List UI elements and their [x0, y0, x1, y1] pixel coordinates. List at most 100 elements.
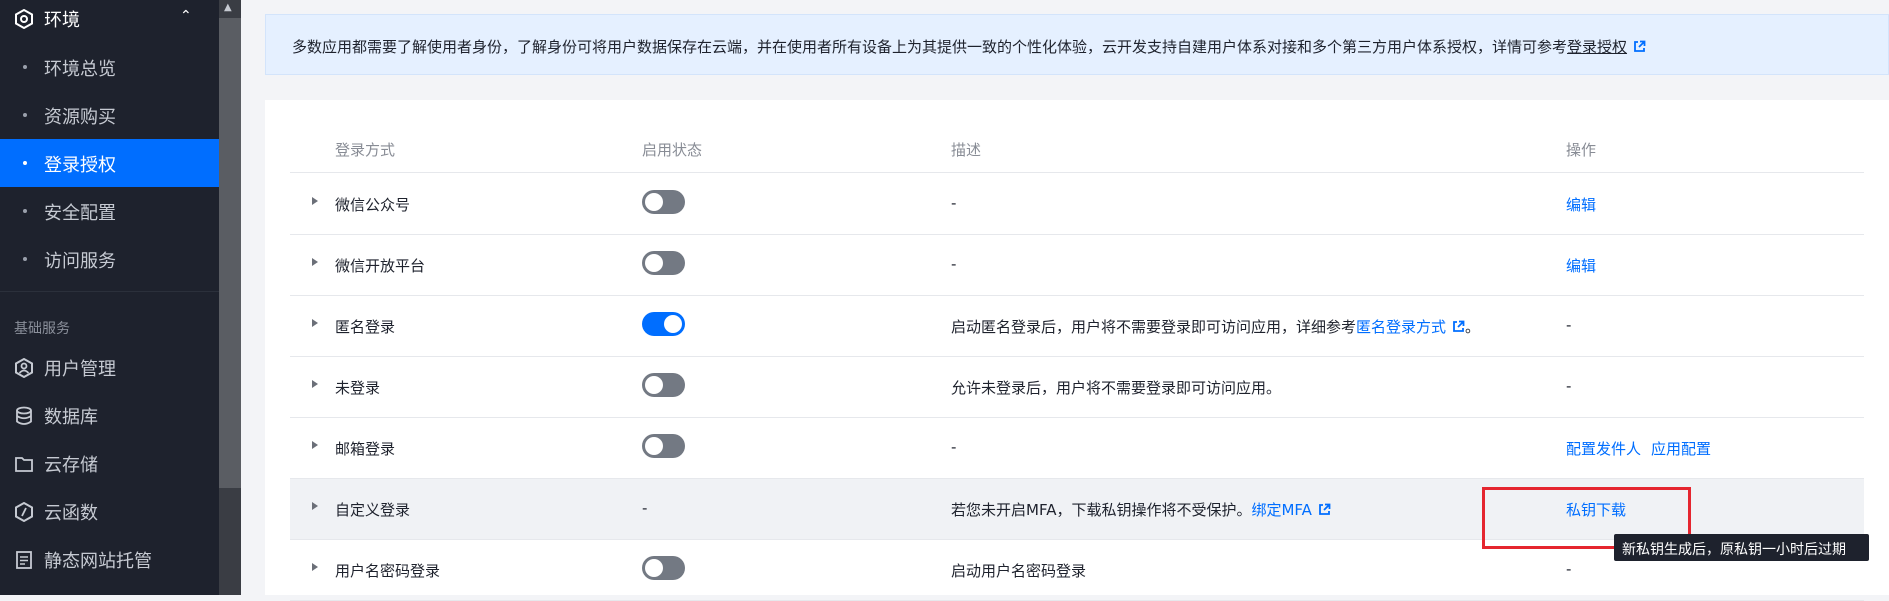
row-ops-text: - [1566, 316, 1572, 334]
row-description: 启动匿名登录后，用户将不需要登录即可访问应用，详细参考匿名登录方式 。 [951, 316, 1480, 337]
sidebar-item-static-hosting[interactable]: 静态网站托管 [0, 536, 219, 584]
sidebar-item-security-config[interactable]: 安全配置 [0, 187, 219, 235]
table-row: 匿名登录 启动匿名登录后，用户将不需要登录即可访问应用，详细参考匿名登录方式。 … [290, 296, 1864, 357]
row-description: - [951, 255, 957, 273]
toggle-switch[interactable] [642, 434, 685, 458]
status-toggle[interactable] [642, 190, 685, 218]
sidebar: 环境 ⌃ 环境总览 资源购买 登录授权 安全配置 访问服务 基础服务 用户管理 [0, 0, 219, 595]
row-description: - [951, 194, 957, 212]
login-method-name: 自定义登录 [335, 501, 411, 519]
notice-text: 多数应用都需要了解使用者身份，了解身份可将用户数据保存在云端，并在使用者所有设备… [292, 38, 1568, 56]
row-ops: 编辑 [1566, 255, 1596, 276]
config-sender-link[interactable]: 配置发件人 [1566, 440, 1641, 458]
expand-caret-icon[interactable] [312, 563, 318, 571]
sidebar-item-label: 访问服务 [44, 251, 116, 272]
login-method-name: 微信公众号 [335, 196, 411, 214]
row-description: 若您未开启MFA，下载私钥操作将不受保护。绑定MFA [951, 499, 1331, 520]
function-icon [15, 502, 33, 522]
external-link-icon[interactable] [1633, 40, 1646, 53]
desc-link[interactable]: 匿名登录方式 [1356, 318, 1446, 336]
sidebar-item-cloud-function[interactable]: 云函数 [0, 488, 219, 536]
row-ops: 配置发件人 应用配置 [1566, 438, 1711, 459]
expand-caret-icon[interactable] [312, 319, 318, 327]
sidebar-scrollbar-thumb[interactable] [219, 18, 241, 488]
status-toggle[interactable] [642, 312, 685, 340]
info-notice: 多数应用都需要了解使用者身份，了解身份可将用户数据保存在云端，并在使用者所有设备… [265, 14, 1889, 75]
sidebar-item-label: 安全配置 [44, 203, 116, 224]
external-link-icon[interactable] [1452, 320, 1465, 333]
app-config-link[interactable]: 应用配置 [1651, 440, 1711, 458]
row-description: 启动用户名密码登录 [951, 562, 1087, 580]
header-ops: 操作 [1566, 141, 1597, 159]
table-row: 未登录 允许未登录后，用户将不需要登录即可访问应用。 - [290, 357, 1864, 418]
table-row: 邮箱登录 - 配置发件人 应用配置 [290, 418, 1864, 479]
user-hex-icon [15, 358, 33, 378]
bullet-dot [23, 257, 27, 261]
status-toggle[interactable] [642, 434, 685, 462]
sidebar-item-user-management[interactable]: 用户管理 [0, 344, 219, 392]
toggle-switch[interactable] [642, 190, 685, 214]
env-menu-header[interactable]: 环境 ⌃ [0, 0, 219, 40]
row-description: 允许未登录后，用户将不需要登录即可访问应用。 [951, 379, 1282, 397]
tooltip-text: 新私钥生成后，原私钥一小时后过期 [1622, 542, 1846, 558]
expand-caret-icon[interactable] [312, 258, 318, 266]
toggle-knob [645, 254, 663, 272]
toggle-knob [645, 193, 663, 211]
folder-icon [15, 457, 33, 472]
status-toggle[interactable] [642, 251, 685, 279]
login-method-name: 微信开放平台 [335, 257, 426, 275]
desc-suffix: 。 [1465, 318, 1481, 336]
expand-caret-icon[interactable] [312, 441, 318, 449]
toggle-knob [645, 559, 663, 577]
sidebar-item-login-auth[interactable]: 登录授权 [0, 139, 219, 187]
sidebar-item-label: 云存储 [44, 455, 98, 476]
sidebar-item-resource-purchase[interactable]: 资源购买 [0, 91, 219, 139]
sidebar-item-label: 资源购买 [44, 107, 116, 128]
sidebar-item-cloud-storage[interactable]: 云存储 [0, 440, 219, 488]
sidebar-item-label: 登录授权 [44, 155, 116, 176]
expand-caret-icon[interactable] [312, 502, 318, 510]
bullet-dot [23, 209, 27, 213]
env-menu-label: 环境 [44, 10, 80, 31]
toggle-switch[interactable] [642, 251, 685, 275]
toggle-knob [664, 315, 682, 333]
sidebar-item-label: 用户管理 [44, 359, 116, 380]
expand-caret-icon[interactable] [312, 197, 318, 205]
expand-caret-icon[interactable] [312, 380, 318, 388]
toggle-switch[interactable] [642, 556, 685, 580]
table-row: 微信公众号 - 编辑 [290, 174, 1864, 235]
edit-link[interactable]: 编辑 [1566, 196, 1596, 214]
status-text: - [642, 499, 648, 517]
toggle-switch[interactable] [642, 312, 685, 336]
login-method-name: 匿名登录 [335, 318, 396, 336]
sidebar-item-label: 环境总览 [44, 59, 116, 80]
sidebar-item-label: 云函数 [44, 503, 98, 524]
edit-link[interactable]: 编辑 [1566, 257, 1596, 275]
header-method: 登录方式 [335, 141, 396, 159]
bullet-dot [23, 65, 27, 69]
notice-link[interactable]: 登录授权 [1567, 38, 1627, 56]
sidebar-item-access-service[interactable]: 访问服务 [0, 235, 219, 283]
sidebar-item-database[interactable]: 数据库 [0, 392, 219, 440]
row-ops-text: - [1566, 560, 1572, 578]
bullet-dot [23, 161, 27, 165]
bullet-dot [23, 113, 27, 117]
sidebar-item-env-overview[interactable]: 环境总览 [0, 43, 219, 91]
document-icon [16, 551, 32, 569]
database-icon [16, 406, 32, 425]
table-row: 微信开放平台 - 编辑 [290, 235, 1864, 296]
desc-text: 启动匿名登录后，用户将不需要登录即可访问应用，详细参考 [951, 318, 1357, 336]
status-toggle[interactable] [642, 556, 685, 584]
chevron-up-icon: ⌃ [180, 8, 192, 24]
bind-mfa-link[interactable]: 绑定MFA [1251, 501, 1311, 519]
toggle-knob [645, 437, 663, 455]
scroll-up-arrow-icon[interactable]: ▲ [224, 2, 232, 13]
sidebar-divider [0, 291, 219, 292]
sidebar-item-label: 静态网站托管 [44, 551, 152, 572]
sidebar-section-title: 基础服务 [14, 321, 70, 337]
status-toggle[interactable] [642, 373, 685, 401]
header-status: 启用状态 [642, 141, 703, 159]
external-link-icon[interactable] [1318, 503, 1331, 516]
toggle-switch[interactable] [642, 373, 685, 397]
desc-text: 若您未开启MFA，下载私钥操作将不受保护。 [951, 501, 1252, 519]
